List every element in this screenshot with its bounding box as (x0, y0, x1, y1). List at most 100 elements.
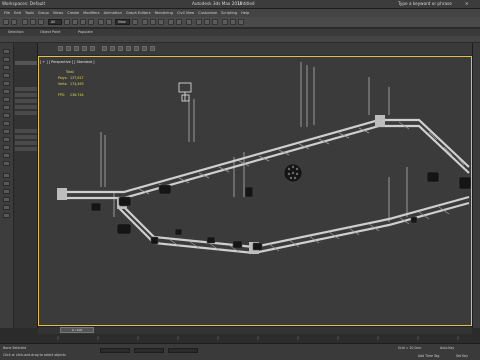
filter-frozen-icon[interactable] (3, 129, 10, 134)
motion-icon[interactable] (82, 46, 87, 51)
undo-icon[interactable] (3, 19, 9, 25)
filter-xrefs-icon[interactable] (3, 105, 10, 110)
material-editor-icon[interactable] (212, 19, 218, 25)
display-all-icon[interactable] (3, 145, 10, 150)
menu-customize[interactable]: Customize (198, 11, 217, 15)
scene-list-item[interactable] (15, 99, 37, 103)
menu-civil-view[interactable]: Civil View (177, 11, 194, 15)
layers-icon[interactable] (3, 197, 10, 202)
mirror-icon[interactable] (168, 19, 174, 25)
hierarchy-panel-icon[interactable] (74, 46, 79, 51)
workspace-selector[interactable]: Workspaces: Default (2, 1, 45, 6)
tab-object-paint[interactable]: Object Paint (40, 30, 61, 34)
menu-modifiers[interactable]: Modifiers (83, 11, 99, 15)
align-icon[interactable] (176, 19, 182, 25)
y-coordinate-field[interactable] (134, 348, 164, 353)
modify-icon[interactable] (66, 46, 71, 51)
menu-group[interactable]: Group (38, 11, 49, 15)
time-slider[interactable]: 0 / 100 (60, 327, 94, 333)
filter-spacewarps-icon[interactable] (3, 89, 10, 94)
cameras-icon[interactable] (126, 46, 131, 51)
rotate-icon[interactable] (106, 19, 112, 25)
scene-list-item[interactable] (15, 61, 37, 65)
scene-list-item[interactable] (15, 111, 37, 115)
snaps-toggle-icon[interactable] (142, 19, 148, 25)
auto-key-button[interactable]: Auto Key (440, 346, 454, 350)
percent-snap-icon[interactable] (158, 19, 164, 25)
filter-helpers-icon[interactable] (3, 81, 10, 86)
rectangular-selection-icon[interactable] (80, 19, 86, 25)
scene-list-item[interactable] (15, 135, 37, 139)
menu-scripting[interactable]: Scripting (221, 11, 237, 15)
shapes-icon[interactable] (110, 46, 115, 51)
scene-list-item[interactable] (15, 141, 37, 145)
helpers-icon[interactable] (134, 46, 139, 51)
unlink-icon[interactable] (30, 19, 36, 25)
display-panel-icon[interactable] (90, 46, 95, 51)
scene-list-item[interactable] (15, 147, 37, 151)
menu-graph-editors[interactable]: Graph Editors (126, 11, 151, 15)
invert-display-icon[interactable] (3, 161, 10, 166)
schematic-view-icon[interactable] (204, 19, 210, 25)
filter-geometry-icon[interactable] (3, 49, 10, 54)
bind-space-warp-icon[interactable] (38, 19, 44, 25)
render-setup-icon[interactable] (222, 19, 228, 25)
filter-hidden-icon[interactable] (3, 137, 10, 142)
scene-list-item[interactable] (15, 87, 37, 91)
move-icon[interactable] (98, 19, 104, 25)
search-input[interactable]: Type a keyword or phrase (398, 1, 452, 6)
freeze-icon[interactable] (3, 205, 10, 210)
systems-icon[interactable] (150, 46, 155, 51)
layer-explorer-icon[interactable] (186, 19, 192, 25)
tab-populate[interactable]: Populate (78, 30, 93, 34)
create-icon[interactable] (58, 46, 63, 51)
window-crossing-icon[interactable] (88, 19, 94, 25)
filter-cameras-icon[interactable] (3, 73, 10, 78)
lights-icon[interactable] (118, 46, 123, 51)
geometry-icon[interactable] (102, 46, 107, 51)
menu-help[interactable]: Help (241, 11, 249, 15)
command-panel[interactable] (472, 43, 480, 328)
menu-file[interactable]: File (4, 11, 10, 15)
scene-list-item[interactable] (15, 93, 37, 97)
filter-bones-icon[interactable] (3, 113, 10, 118)
display-none-icon[interactable] (3, 153, 10, 158)
select-by-name-icon[interactable] (72, 19, 78, 25)
tab-selection[interactable]: Selection (8, 30, 24, 34)
link-icon[interactable] (22, 19, 28, 25)
reference-coordinate-dropdown[interactable]: View (115, 19, 130, 25)
redo-icon[interactable] (11, 19, 17, 25)
filter-groups-icon[interactable] (3, 97, 10, 102)
filter-lights-icon[interactable] (3, 65, 10, 70)
selection-filter-dropdown[interactable]: All (48, 19, 62, 25)
select-object-icon[interactable] (64, 19, 70, 25)
filter-containers-icon[interactable] (3, 121, 10, 126)
menu-animation[interactable]: Animation (104, 11, 122, 15)
find-icon[interactable] (3, 181, 10, 186)
x-coordinate-field[interactable] (100, 348, 130, 353)
viewport-label[interactable]: [ + ] [ Perspective ] [ Standard ] (40, 60, 94, 64)
track-bar[interactable] (38, 334, 472, 343)
time-slider-track[interactable] (38, 326, 472, 334)
z-coordinate-field[interactable] (168, 348, 198, 353)
hide-icon[interactable] (3, 213, 10, 218)
menu-edit[interactable]: Edit (14, 11, 21, 15)
close-icon[interactable]: ✕ (465, 1, 469, 6)
angle-snap-icon[interactable] (150, 19, 156, 25)
space-warps-icon[interactable] (142, 46, 147, 51)
perspective-viewport[interactable] (38, 56, 472, 326)
scene-list-item[interactable] (15, 105, 37, 109)
sort-icon[interactable] (3, 173, 10, 178)
set-key-button[interactable]: Set Key (456, 354, 468, 358)
render-frame-icon[interactable] (230, 19, 236, 25)
pivot-center-icon[interactable] (132, 19, 138, 25)
render-icon[interactable] (238, 19, 244, 25)
hierarchy-icon[interactable] (3, 189, 10, 194)
scene-list-item[interactable] (15, 129, 37, 133)
curve-editor-icon[interactable] (196, 19, 202, 25)
menu-create[interactable]: Create (67, 11, 79, 15)
menu-rendering[interactable]: Rendering (155, 11, 173, 15)
menu-tools[interactable]: Tools (25, 11, 34, 15)
filter-shapes-icon[interactable] (3, 57, 10, 62)
add-time-tag-button[interactable]: Add Time Tag (418, 354, 439, 358)
